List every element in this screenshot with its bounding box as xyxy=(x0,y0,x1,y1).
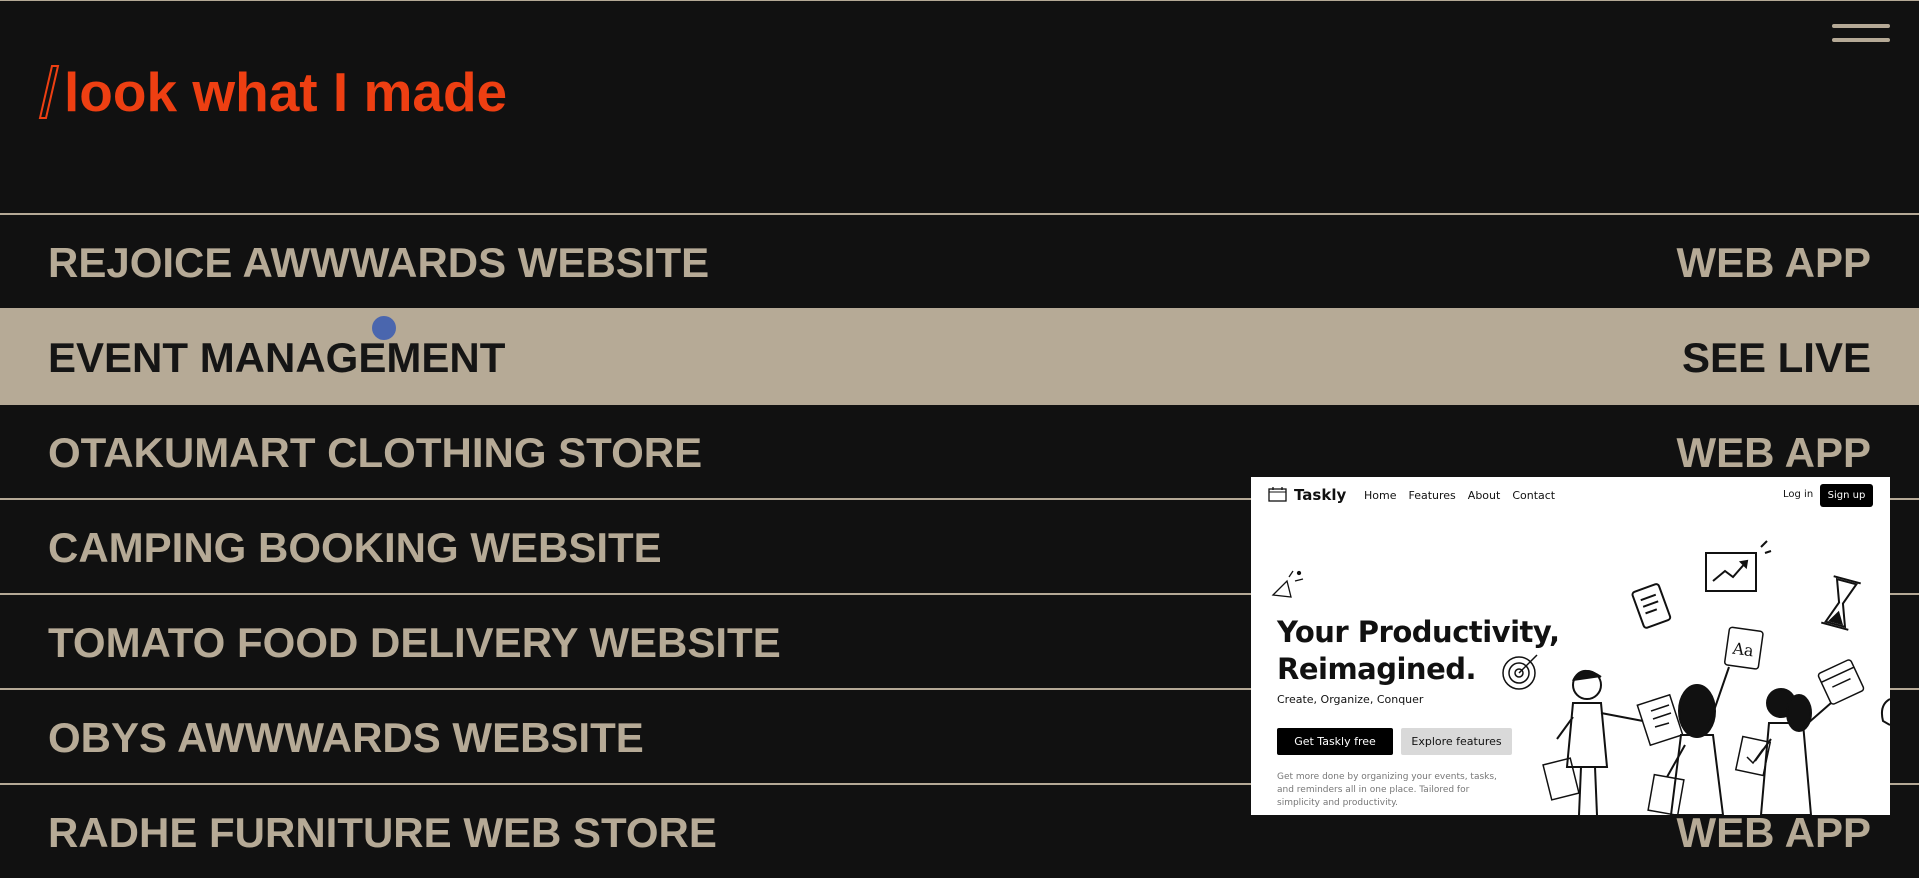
project-name: REJOICE AWWWARDS WEBSITE xyxy=(48,239,710,286)
project-tag: WEB APP xyxy=(1676,239,1871,286)
project-tag: WEB APP xyxy=(1676,809,1871,856)
svg-text:Aa: Aa xyxy=(1730,639,1755,661)
preview-explore-button: Explore features xyxy=(1401,728,1512,755)
project-name: CAMPING BOOKING WEBSITE xyxy=(48,524,662,571)
preview-description: Get more done by organizing your events,… xyxy=(1277,772,1497,808)
page-title: look what I made xyxy=(64,61,508,123)
preview-headline: Your Productivity, Reimagined. xyxy=(1277,614,1560,688)
slash-icon xyxy=(38,65,60,119)
project-name: RADHE FURNITURE WEB STORE xyxy=(48,809,717,856)
top-border xyxy=(0,0,1919,1)
project-name: TOMATO FOOD DELIVERY WEBSITE xyxy=(48,619,781,666)
see-live-link[interactable]: SEE LIVE xyxy=(1682,334,1871,382)
menu-line xyxy=(1832,38,1890,42)
project-tag: WEB APP xyxy=(1676,429,1871,476)
section-heading: look what I made xyxy=(38,61,508,123)
cursor-dot xyxy=(372,316,396,340)
preview-headline-line2: Reimagined. xyxy=(1277,652,1477,686)
preview-subheadline: Create, Organize, Conquer xyxy=(1277,693,1424,706)
project-name: OTAKUMART CLOTHING STORE xyxy=(48,429,703,476)
menu-line xyxy=(1832,24,1890,28)
preview-get-taskly-button: Get Taskly free xyxy=(1277,728,1393,755)
hamburger-menu-icon[interactable] xyxy=(1832,22,1890,48)
project-row-rejoice[interactable]: REJOICE AWWWARDS WEBSITE WEB APP xyxy=(0,213,1919,308)
project-name: EVENT MANAGEMENT xyxy=(48,334,506,381)
project-preview-image: Taskly Home Features About Contact Log i… xyxy=(1251,477,1890,815)
project-row-event-management[interactable]: EVENT MANAGEMENT SEE LIVE xyxy=(0,308,1919,403)
preview-headline-line1: Your Productivity, xyxy=(1277,615,1560,649)
project-name: OBYS AWWWARDS WEBSITE xyxy=(48,714,644,761)
